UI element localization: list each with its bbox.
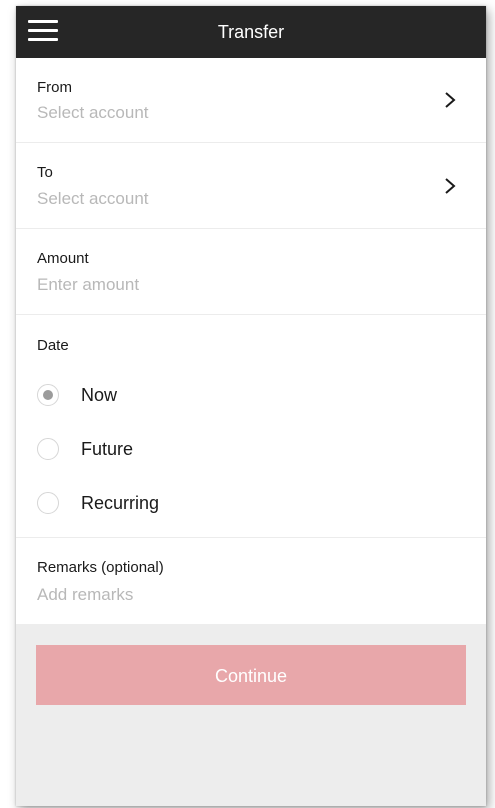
to-label: To xyxy=(37,164,53,181)
to-account-selector[interactable]: To Select account xyxy=(16,143,486,229)
amount-input[interactable]: Enter amount xyxy=(37,275,139,295)
to-placeholder: Select account xyxy=(37,189,149,208)
remarks-field[interactable]: Remarks (optional) Add remarks xyxy=(16,538,486,624)
amount-label: Amount xyxy=(37,250,89,267)
transfer-screen: Transfer From Select account To Select a… xyxy=(16,6,486,806)
date-option-label: Future xyxy=(81,439,134,459)
radio-unselected-icon[interactable] xyxy=(37,492,59,514)
date-option-recurring[interactable]: Recurring xyxy=(37,489,337,519)
from-account-selector[interactable]: From Select account xyxy=(16,58,486,143)
date-option-now[interactable]: Now xyxy=(37,381,337,411)
radio-unselected-icon[interactable] xyxy=(37,438,59,460)
date-label: Date xyxy=(37,337,69,354)
date-option-label: Recurring xyxy=(81,493,160,513)
chevron-right-icon xyxy=(445,92,456,108)
from-placeholder: Select account xyxy=(37,103,149,122)
date-option-label: Now xyxy=(81,385,118,405)
date-option-future[interactable]: Future xyxy=(37,435,337,465)
remarks-input[interactable]: Add remarks xyxy=(37,585,133,605)
radio-selected-icon[interactable] xyxy=(37,384,59,406)
amount-field[interactable]: Amount Enter amount xyxy=(16,229,486,315)
from-label: From xyxy=(37,79,72,96)
app-header: Transfer xyxy=(16,6,486,58)
continue-button[interactable]: Continue xyxy=(36,645,466,705)
chevron-right-icon xyxy=(445,178,456,194)
remarks-label: Remarks (optional) xyxy=(37,559,164,576)
page-title: Transfer xyxy=(217,22,285,42)
